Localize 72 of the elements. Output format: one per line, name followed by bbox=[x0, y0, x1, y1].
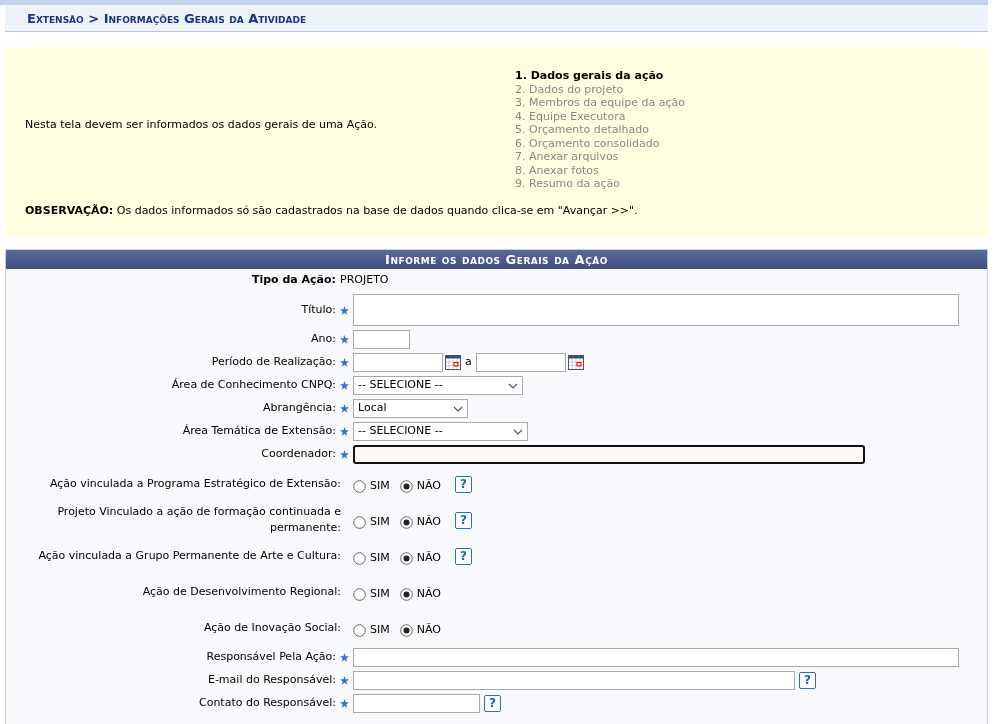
radio-button[interactable] bbox=[353, 623, 366, 637]
calendar-icon[interactable] bbox=[445, 355, 461, 370]
field-label: Área de Conhecimento CNPQ: bbox=[170, 377, 337, 394]
field-label: Período de Realização: bbox=[210, 354, 337, 371]
radio-label: SIM bbox=[370, 477, 390, 494]
breadcrumb: Extensão > Informações Gerais da Atividade bbox=[5, 5, 988, 32]
input-field[interactable] bbox=[353, 445, 865, 464]
select-field[interactable]: -- SELECIONE -- bbox=[353, 376, 523, 395]
field-label: Ação vinculada a Grupo Permanente de Arte e Cultura: bbox=[37, 547, 342, 564]
select-field[interactable]: -- SELECIONE -- bbox=[353, 422, 528, 441]
field-label: Ano: bbox=[310, 331, 337, 348]
step-item: 3. Membros da equipe da ação bbox=[515, 96, 686, 110]
help-button[interactable]: ? bbox=[454, 511, 472, 529]
step-item: 1. Dados gerais da ação bbox=[515, 69, 665, 83]
step-item: 2. Dados do projeto bbox=[515, 82, 625, 96]
field-label: Tipo da Ação: bbox=[250, 272, 337, 289]
radio-label: NÃO bbox=[416, 513, 441, 530]
radio-label: SIM bbox=[370, 621, 390, 638]
radio-button[interactable] bbox=[353, 587, 366, 601]
date-field[interactable] bbox=[353, 353, 443, 372]
radio-button[interactable] bbox=[353, 479, 366, 493]
radio-label: NÃO bbox=[416, 549, 441, 566]
field-label: Coordenador: bbox=[260, 446, 337, 463]
help-button[interactable]: ? bbox=[799, 672, 816, 689]
step-item: 9. Resumo da ação bbox=[515, 177, 622, 191]
instruction-text: Nesta tela devem ser informados os dados gerais de uma Ação. bbox=[25, 116, 377, 133]
textarea-field[interactable] bbox=[353, 294, 959, 326]
step-item: 6. Orçamento consolidado bbox=[515, 136, 661, 150]
input-field[interactable] bbox=[353, 671, 795, 690]
field-label: Contato do Responsável: bbox=[197, 695, 337, 712]
range-separator: a bbox=[465, 354, 472, 371]
input-field[interactable] bbox=[353, 648, 959, 667]
step-item: 5. Orçamento detalhado bbox=[515, 123, 650, 137]
radio-button[interactable] bbox=[399, 551, 413, 565]
help-button[interactable]: ? bbox=[484, 695, 501, 712]
radio-label: SIM bbox=[370, 549, 390, 566]
select-field[interactable]: Local bbox=[353, 399, 468, 418]
radio-label: SIM bbox=[370, 513, 390, 530]
input-field[interactable] bbox=[353, 330, 410, 349]
radio-label: SIM bbox=[370, 585, 390, 602]
field-label: Ação de Inovação Social: bbox=[202, 619, 342, 636]
radio-button[interactable] bbox=[353, 551, 366, 565]
field-label: Área Temática de Extensão: bbox=[181, 423, 337, 440]
field-label: Abrangência: bbox=[262, 400, 337, 417]
calendar-icon[interactable] bbox=[567, 355, 584, 370]
dropdown-caret-icon bbox=[508, 382, 518, 389]
help-button[interactable]: ? bbox=[454, 475, 472, 493]
date-field[interactable] bbox=[475, 353, 566, 372]
field-value: PROJETO bbox=[340, 272, 389, 289]
input-field[interactable] bbox=[353, 694, 480, 713]
radio-button[interactable] bbox=[399, 515, 413, 529]
radio-button[interactable] bbox=[353, 515, 366, 529]
radio-label: NÃO bbox=[416, 621, 441, 638]
step-item: 4. Equipe Executora bbox=[515, 109, 627, 123]
observation-note: OBSERVAÇÃO: Os dados informados só são cadastrados na base de dados quando clica-se em "Avançar >>". bbox=[25, 202, 639, 219]
radio-button[interactable] bbox=[399, 479, 413, 493]
field-label: Projeto Vinculado a ação de formação continuada e permanente: bbox=[56, 503, 342, 536]
form-header: Informe os dados Gerais da Ação bbox=[6, 250, 987, 269]
radio-label: NÃO bbox=[416, 477, 441, 494]
field-label: Título: bbox=[300, 301, 337, 318]
dropdown-caret-icon bbox=[513, 428, 523, 435]
field-label: Ação de Desenvolvimento Regional: bbox=[141, 583, 342, 600]
dropdown-caret-icon bbox=[453, 405, 463, 412]
step-item: 8. Anexar fotos bbox=[515, 163, 600, 177]
help-button[interactable]: ? bbox=[454, 547, 472, 565]
step-item: 7. Anexar arquivos bbox=[515, 150, 620, 164]
field-label: Ação vinculada a Programa Estratégico de Extensão: bbox=[48, 475, 342, 492]
radio-button[interactable] bbox=[399, 623, 413, 637]
field-label: E-mail do Responsável: bbox=[206, 672, 337, 689]
radio-button[interactable] bbox=[399, 587, 413, 601]
radio-label: NÃO bbox=[416, 585, 441, 602]
field-label: Responsável Pela Ação: bbox=[205, 649, 337, 666]
